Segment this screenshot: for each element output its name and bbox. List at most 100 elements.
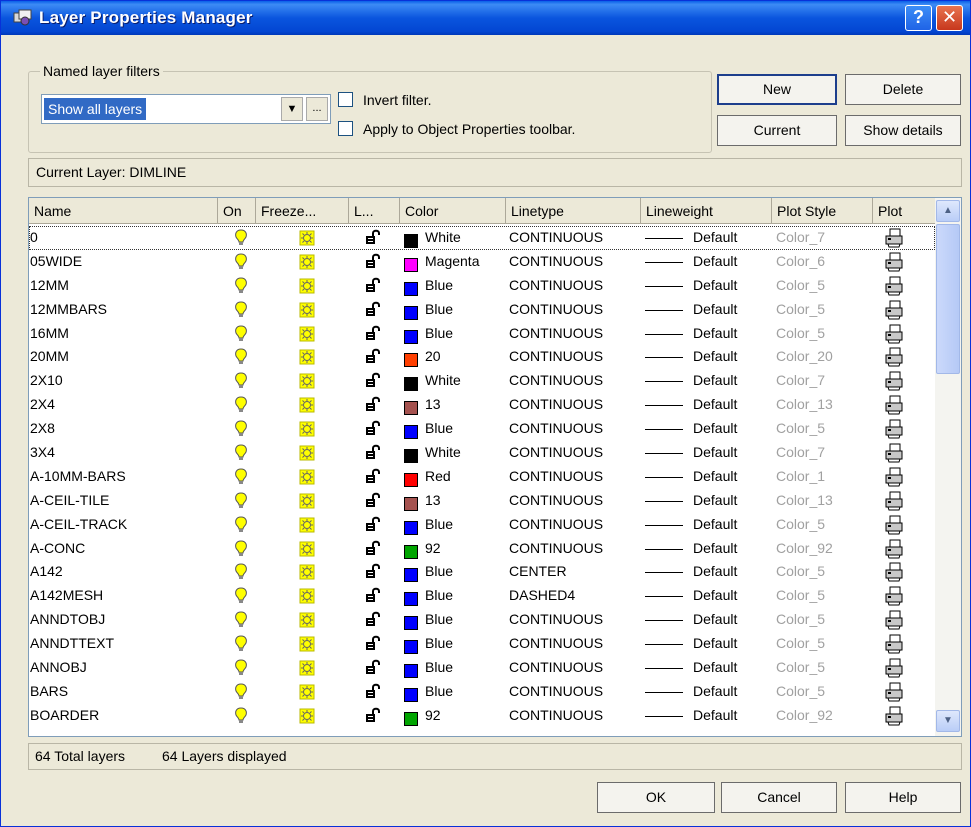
- layer-linetype[interactable]: CONTINUOUS: [509, 611, 603, 627]
- printer-icon[interactable]: [884, 491, 904, 514]
- layer-lineweight[interactable]: Default: [693, 563, 737, 579]
- lightbulb-icon[interactable]: [234, 492, 248, 513]
- padlock-icon[interactable]: [365, 420, 381, 439]
- lightbulb-icon[interactable]: [234, 468, 248, 489]
- printer-icon[interactable]: [884, 610, 904, 633]
- padlock-icon[interactable]: [365, 348, 381, 367]
- layer-color-name[interactable]: 92: [425, 707, 441, 723]
- padlock-icon[interactable]: [365, 659, 381, 678]
- layer-lineweight[interactable]: Default: [693, 396, 737, 412]
- printer-icon[interactable]: [884, 682, 904, 705]
- layer-linetype[interactable]: CONTINUOUS: [509, 540, 603, 556]
- color-swatch[interactable]: [404, 449, 418, 464]
- printer-icon[interactable]: [884, 515, 904, 538]
- layer-lineweight[interactable]: Default: [693, 540, 737, 556]
- color-swatch[interactable]: [404, 687, 418, 702]
- layer-row[interactable]: A-CEIL-TILE 13 CONTINUOUS Default Color_13: [29, 489, 935, 513]
- layer-linetype[interactable]: CONTINUOUS: [509, 325, 603, 341]
- layer-color-name[interactable]: Blue: [425, 659, 453, 675]
- delete-button[interactable]: Delete: [845, 74, 961, 105]
- sun-icon[interactable]: [299, 421, 315, 440]
- padlock-icon[interactable]: [365, 253, 381, 272]
- sun-icon[interactable]: [299, 326, 315, 345]
- lightbulb-icon[interactable]: [234, 301, 248, 322]
- layer-linetype[interactable]: CONTINUOUS: [509, 348, 603, 364]
- layer-color-name[interactable]: Blue: [425, 277, 453, 293]
- layer-color-name[interactable]: Magenta: [425, 253, 479, 269]
- padlock-icon[interactable]: [365, 707, 381, 726]
- color-swatch[interactable]: [404, 401, 418, 416]
- printer-icon[interactable]: [884, 371, 904, 394]
- ok-button[interactable]: OK: [597, 782, 715, 813]
- layer-lineweight[interactable]: Default: [693, 707, 737, 723]
- color-swatch[interactable]: [404, 616, 418, 631]
- printer-icon[interactable]: [884, 443, 904, 466]
- sun-icon[interactable]: [299, 302, 315, 321]
- printer-icon[interactable]: [884, 539, 904, 562]
- layer-linetype[interactable]: CONTINUOUS: [509, 492, 603, 508]
- lightbulb-icon[interactable]: [234, 540, 248, 561]
- layer-linetype[interactable]: CONTINUOUS: [509, 372, 603, 388]
- layer-linetype[interactable]: DASHED4: [509, 587, 575, 603]
- color-swatch[interactable]: [404, 305, 418, 320]
- layer-lineweight[interactable]: Default: [693, 516, 737, 532]
- sun-icon[interactable]: [299, 397, 315, 416]
- layer-filter-combo[interactable]: Show all layers ▼ ...: [41, 94, 331, 124]
- cancel-button[interactable]: Cancel: [721, 782, 837, 813]
- sun-icon[interactable]: [299, 278, 315, 297]
- printer-icon[interactable]: [884, 467, 904, 490]
- column-header-lineweight[interactable]: Lineweight: [641, 198, 772, 224]
- column-header-plot-style[interactable]: Plot Style: [772, 198, 873, 224]
- title-help-button[interactable]: ?: [905, 5, 932, 31]
- layer-linetype[interactable]: CONTINUOUS: [509, 516, 603, 532]
- lightbulb-icon[interactable]: [234, 707, 248, 728]
- lightbulb-icon[interactable]: [234, 611, 248, 632]
- layer-color-name[interactable]: Blue: [425, 420, 453, 436]
- new-button[interactable]: New: [717, 74, 837, 105]
- layer-color-name[interactable]: Blue: [425, 325, 453, 341]
- layer-row[interactable]: 2X4 13 CONTINUOUS Default Color_13: [29, 393, 935, 417]
- column-header-color[interactable]: Color: [400, 198, 506, 224]
- printer-icon[interactable]: [884, 252, 904, 275]
- padlock-icon[interactable]: [365, 229, 381, 248]
- sun-icon[interactable]: [299, 493, 315, 512]
- padlock-icon[interactable]: [365, 587, 381, 606]
- layer-lineweight[interactable]: Default: [693, 372, 737, 388]
- lightbulb-icon[interactable]: [234, 325, 248, 346]
- layer-lineweight[interactable]: Default: [693, 325, 737, 341]
- printer-icon[interactable]: [884, 395, 904, 418]
- lightbulb-icon[interactable]: [234, 563, 248, 584]
- color-swatch[interactable]: [404, 520, 418, 535]
- sun-icon[interactable]: [299, 541, 315, 560]
- layer-row[interactable]: 12MMBARS Blue CONTINUOUS Default Color_5: [29, 298, 935, 322]
- padlock-icon[interactable]: [365, 540, 381, 559]
- sun-icon[interactable]: [299, 612, 315, 631]
- sun-icon[interactable]: [299, 684, 315, 703]
- color-swatch[interactable]: [404, 640, 418, 655]
- padlock-icon[interactable]: [365, 301, 381, 320]
- printer-icon[interactable]: [884, 300, 904, 323]
- sun-icon[interactable]: [299, 588, 315, 607]
- padlock-icon[interactable]: [365, 516, 381, 535]
- sun-icon[interactable]: [299, 564, 315, 583]
- layer-row[interactable]: 2X10 White CONTINUOUS Default Color_7: [29, 369, 935, 393]
- printer-icon[interactable]: [884, 586, 904, 609]
- layer-color-name[interactable]: Blue: [425, 301, 453, 317]
- color-swatch[interactable]: [404, 281, 418, 296]
- layer-row[interactable]: A142 Blue CENTER Default Color_5: [29, 560, 935, 584]
- layer-row[interactable]: A-CEIL-TRACK Blue CONTINUOUS Default Color_5: [29, 513, 935, 537]
- lightbulb-icon[interactable]: [234, 253, 248, 274]
- layer-linetype[interactable]: CONTINUOUS: [509, 707, 603, 723]
- title-close-button[interactable]: ✕: [936, 5, 963, 31]
- color-swatch[interactable]: [404, 544, 418, 559]
- color-swatch[interactable]: [404, 664, 418, 679]
- show-details-button[interactable]: Show details: [845, 115, 961, 146]
- printer-icon[interactable]: [884, 706, 904, 729]
- padlock-icon[interactable]: [365, 444, 381, 463]
- lightbulb-icon[interactable]: [234, 372, 248, 393]
- layer-linetype[interactable]: CONTINUOUS: [509, 277, 603, 293]
- printer-icon[interactable]: [884, 324, 904, 347]
- layer-lineweight[interactable]: Default: [693, 301, 737, 317]
- layer-lineweight[interactable]: Default: [693, 348, 737, 364]
- layer-list[interactable]: Name On Freeze... L... Color Linetype Li…: [28, 197, 962, 737]
